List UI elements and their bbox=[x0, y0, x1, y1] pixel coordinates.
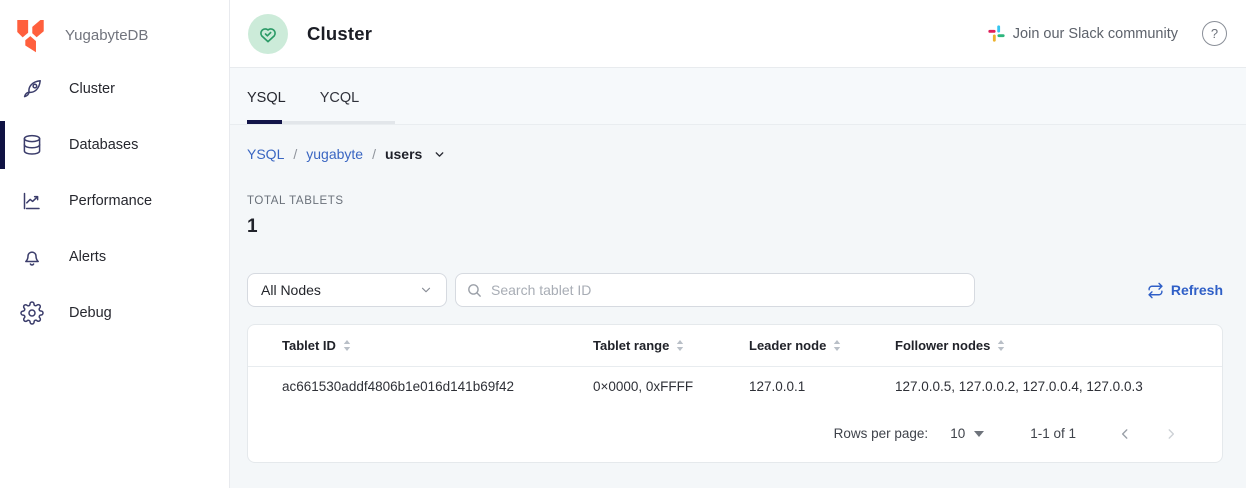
yugabytedb-logo-icon bbox=[15, 19, 46, 53]
page-header: Cluster Join our Slack community ? bbox=[230, 0, 1246, 68]
sidebar-item-label: Cluster bbox=[69, 81, 115, 97]
table-controls: All Nodes Refresh bbox=[247, 273, 1223, 307]
database-icon bbox=[20, 133, 44, 157]
brand-name: YugabyteDB bbox=[65, 27, 148, 44]
cell-follower-nodes: 127.0.0.5, 127.0.0.2, 127.0.0.4, 127.0.0… bbox=[895, 379, 1222, 394]
page-title: Cluster bbox=[307, 23, 372, 45]
app-window: YugabyteDB Cluster bbox=[0, 0, 1246, 488]
gear-icon bbox=[20, 301, 44, 325]
heart-check-icon bbox=[257, 23, 279, 45]
tab-ycql[interactable]: YCQL bbox=[320, 86, 360, 106]
sidebar-item-performance[interactable]: Performance bbox=[0, 173, 229, 229]
total-tablets-label: TOTAL TABLETS bbox=[247, 195, 1223, 207]
cluster-health-badge bbox=[248, 14, 288, 54]
sidebar: YugabyteDB Cluster bbox=[0, 0, 230, 488]
sidebar-item-alerts[interactable]: Alerts bbox=[0, 229, 229, 285]
pagination-range: 1-1 of 1 bbox=[1030, 426, 1076, 441]
content-area: YSQL / yugabyte / users TOTAL TABLETS 1 … bbox=[230, 125, 1246, 488]
refresh-button-label: Refresh bbox=[1171, 282, 1223, 298]
sort-icon bbox=[343, 339, 351, 352]
cell-leader-node: 127.0.0.1 bbox=[749, 379, 895, 394]
column-header-tablet-range[interactable]: Tablet range bbox=[593, 338, 749, 353]
rows-per-page-select[interactable]: 10 bbox=[950, 426, 984, 441]
column-header-follower-nodes[interactable]: Follower nodes bbox=[895, 338, 1222, 353]
bell-icon bbox=[20, 245, 44, 269]
node-filter-select[interactable]: All Nodes bbox=[247, 273, 447, 307]
slack-link-label: Join our Slack community bbox=[1013, 26, 1178, 42]
total-tablets-value: 1 bbox=[247, 216, 1223, 238]
pagination: Rows per page: 10 1-1 of 1 bbox=[248, 405, 1222, 462]
node-filter-value: All Nodes bbox=[261, 282, 321, 298]
slack-community-link[interactable]: Join our Slack community bbox=[988, 25, 1178, 42]
rocket-icon bbox=[20, 77, 44, 101]
sidebar-nav: Cluster Databases bbox=[0, 61, 229, 341]
breadcrumb-separator: / bbox=[372, 146, 376, 162]
chart-line-icon bbox=[20, 189, 44, 213]
sidebar-item-databases[interactable]: Databases bbox=[0, 117, 229, 173]
breadcrumb-link-yugabyte[interactable]: yugabyte bbox=[306, 146, 363, 162]
main-area: Cluster Join our Slack community ? YSQL bbox=[230, 0, 1246, 488]
search-icon bbox=[466, 282, 483, 299]
rows-per-page-label: Rows per page: bbox=[834, 426, 929, 441]
breadcrumb-current-table: users bbox=[385, 146, 422, 162]
active-tab-indicator bbox=[247, 120, 282, 124]
refresh-icon bbox=[1147, 282, 1164, 299]
column-header-tablet-id[interactable]: Tablet ID bbox=[282, 338, 593, 353]
cell-tablet-id: ac661530addf4806b1e016d141b69f42 bbox=[282, 379, 593, 394]
sort-icon bbox=[997, 339, 1005, 352]
breadcrumb-link-ysql[interactable]: YSQL bbox=[247, 146, 284, 162]
tablet-search-input[interactable] bbox=[491, 282, 964, 298]
sidebar-item-label: Databases bbox=[69, 137, 138, 153]
tab-ysql[interactable]: YSQL bbox=[247, 86, 286, 106]
tablets-table-card: Tablet ID Tablet range Leader node Follo… bbox=[247, 324, 1223, 463]
breadcrumb: YSQL / yugabyte / users bbox=[247, 146, 1223, 162]
sort-icon bbox=[676, 339, 684, 352]
next-page-icon[interactable] bbox=[1164, 427, 1178, 441]
sidebar-item-label: Alerts bbox=[69, 249, 106, 265]
caret-down-icon bbox=[974, 431, 984, 437]
column-header-leader-node[interactable]: Leader node bbox=[749, 338, 895, 353]
active-item-indicator bbox=[0, 121, 5, 169]
refresh-button[interactable]: Refresh bbox=[1147, 282, 1223, 299]
breadcrumb-separator: / bbox=[293, 146, 297, 162]
tab-bar: YSQL YCQL bbox=[230, 68, 1246, 125]
chevron-down-icon bbox=[419, 283, 433, 297]
tablets-summary: TOTAL TABLETS 1 bbox=[247, 195, 1223, 238]
tablet-search-box bbox=[455, 273, 975, 307]
sort-icon bbox=[833, 339, 841, 352]
previous-page-icon[interactable] bbox=[1118, 427, 1132, 441]
sidebar-item-label: Debug bbox=[69, 305, 112, 321]
sidebar-item-cluster[interactable]: Cluster bbox=[0, 61, 229, 117]
help-icon[interactable]: ? bbox=[1202, 21, 1227, 46]
cell-tablet-range: 0×0000, 0xFFFF bbox=[593, 379, 749, 394]
brand: YugabyteDB bbox=[0, 0, 229, 58]
rows-per-page-value: 10 bbox=[950, 426, 965, 441]
table-header-row: Tablet ID Tablet range Leader node Follo… bbox=[248, 325, 1222, 367]
table-row[interactable]: ac661530addf4806b1e016d141b69f42 0×0000,… bbox=[248, 367, 1222, 405]
slack-icon bbox=[988, 25, 1005, 42]
sidebar-item-label: Performance bbox=[69, 193, 152, 209]
table-selector-chevron-down-icon[interactable] bbox=[433, 148, 446, 161]
sidebar-item-debug[interactable]: Debug bbox=[0, 285, 229, 341]
